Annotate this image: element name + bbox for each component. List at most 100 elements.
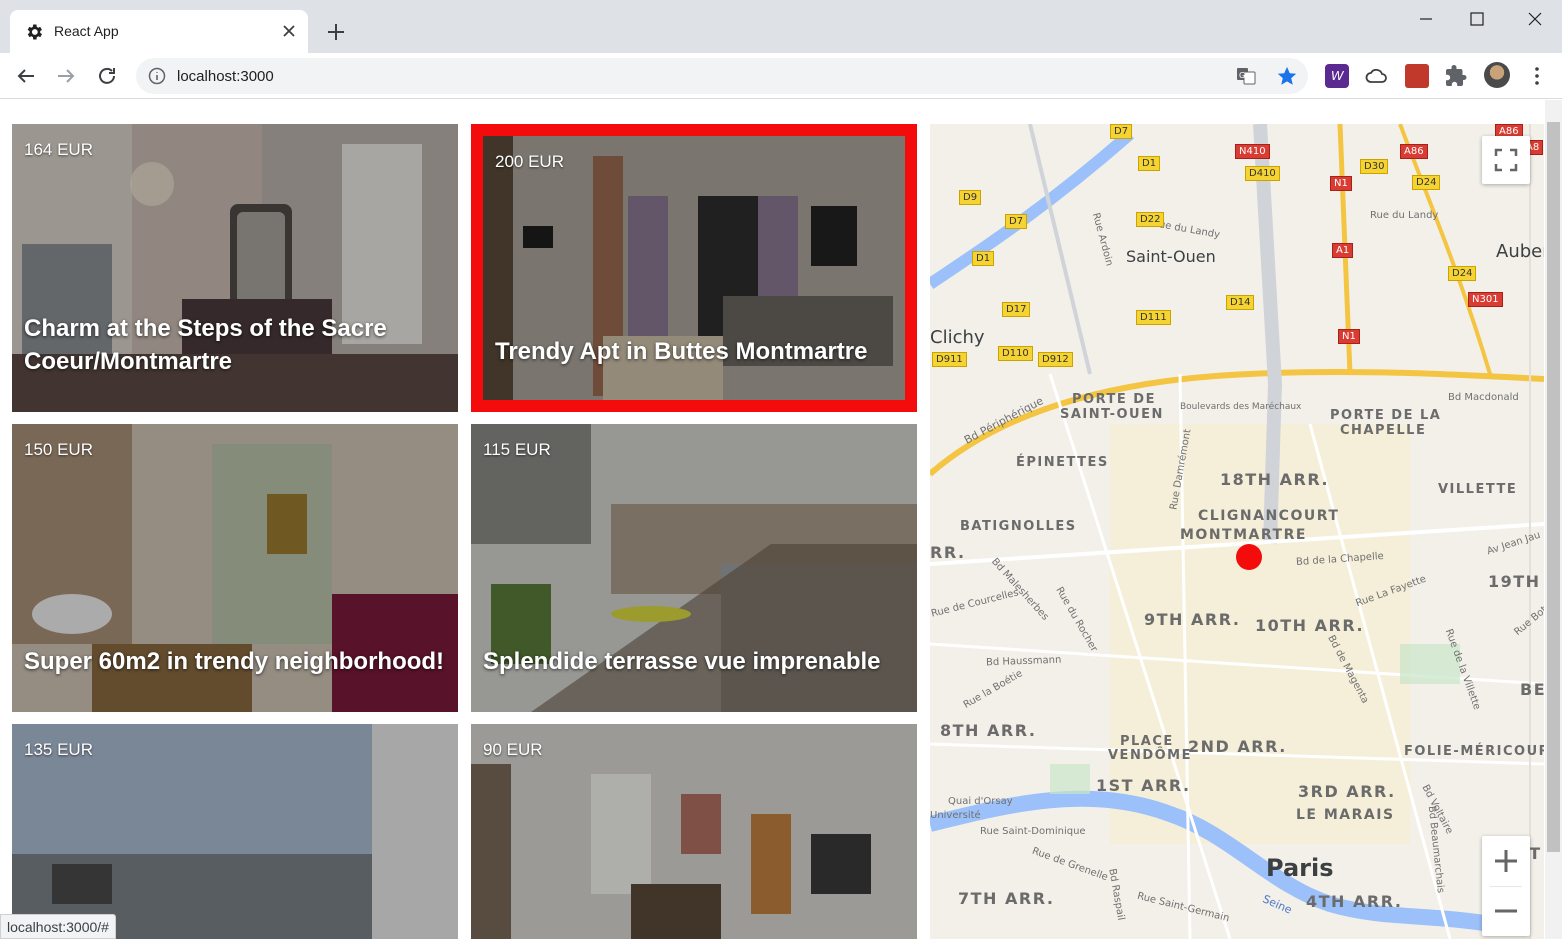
road-shield: D9 — [959, 190, 982, 205]
reload-icon[interactable] — [95, 64, 119, 88]
road-shield: D24 — [1448, 266, 1477, 281]
map-city-label: Saint-Ouen — [1126, 247, 1216, 266]
map-district-label: 10TH ARR. — [1255, 616, 1365, 635]
road-shield: D1 — [972, 251, 995, 266]
page-content: 164 EUR Charm at the Steps of the Sacre … — [0, 100, 1562, 939]
road-shield: D911 — [932, 352, 967, 367]
road-shield: D111 — [1136, 310, 1171, 325]
address-bar[interactable]: localhost:3000 G — [136, 58, 1308, 94]
road-shield: N410 — [1235, 144, 1270, 159]
scrollbar[interactable] — [1545, 100, 1562, 939]
fullscreen-button[interactable] — [1482, 136, 1530, 184]
forward-arrow-icon[interactable] — [54, 64, 78, 88]
bookmark-star-icon[interactable] — [1276, 65, 1298, 87]
tab-strip: React App — [0, 0, 1562, 53]
listing-card[interactable]: 90 EUR — [471, 724, 917, 939]
map-district-label: 19TH AI — [1488, 572, 1544, 591]
listing-card[interactable]: 164 EUR Charm at the Steps of the Sacre … — [12, 124, 458, 412]
road-shield: D30 — [1360, 159, 1389, 174]
extension-red-icon[interactable] — [1405, 64, 1429, 88]
road-shield: N1 — [1338, 329, 1360, 344]
map-district-label: 7TH ARR. — [958, 889, 1055, 908]
map-street-label: Bd Macdonald — [1448, 392, 1519, 403]
puzzle-icon[interactable] — [1444, 64, 1468, 88]
map-district-label: 3RD ARR. — [1298, 782, 1396, 801]
listing-card-selected[interactable]: 200 EUR Trendy Apt in Buttes Montmartre — [471, 124, 917, 412]
road-shield: N1 — [1330, 176, 1352, 191]
map-street-label: Rue du Landy — [1370, 210, 1439, 221]
map-district-label: 2ND ARR. — [1188, 737, 1287, 756]
translate-icon[interactable]: G — [1236, 66, 1256, 86]
listing-title: Charm at the Steps of the Sacre Coeur/Mo… — [24, 315, 387, 375]
map-street-label: Boulevards des Maréchaux — [1180, 402, 1302, 412]
road-shield: D7 — [1005, 214, 1028, 229]
info-icon[interactable] — [148, 67, 166, 85]
road-shield: D912 — [1038, 352, 1073, 367]
window-close-icon[interactable] — [1523, 8, 1547, 30]
road-shield: D22 — [1136, 212, 1165, 227]
map-street-label: Quai d'Orsay — [948, 796, 1013, 807]
extension-icon[interactable]: W — [1325, 64, 1349, 88]
road-shield: A86 — [1400, 144, 1428, 159]
listing-price: 90 EUR — [483, 740, 543, 759]
more-vertical-icon[interactable] — [1525, 64, 1549, 88]
listing-card[interactable]: 150 EUR Super 60m2 in trendy neighborhoo… — [12, 424, 458, 712]
map-district-label: PORTE DE LA — [1330, 408, 1442, 423]
plus-icon[interactable] — [1482, 836, 1530, 886]
road-shield: D1 — [1138, 156, 1161, 171]
road-shield: D17 — [1002, 302, 1031, 317]
map-district-label: VENDÔME — [1108, 748, 1192, 763]
back-arrow-icon[interactable] — [14, 64, 38, 88]
scrollbar-thumb[interactable] — [1547, 122, 1560, 852]
zoom-control — [1482, 836, 1530, 936]
listing-card[interactable]: 135 EUR — [12, 724, 458, 939]
avatar[interactable] — [1484, 62, 1510, 88]
listing-title: Super 60m2 in trendy neighborhood! — [24, 648, 445, 675]
close-icon[interactable] — [280, 22, 298, 40]
road-shield: N301 — [1468, 292, 1503, 307]
map-district-label: FOLIE-MÉRICOURT — [1404, 744, 1544, 759]
fullscreen-icon — [1494, 148, 1518, 172]
map-district-label: BATIGNOLLES — [960, 519, 1077, 534]
maximize-icon[interactable] — [1465, 8, 1489, 30]
url-text: localhost:3000 — [177, 68, 274, 85]
listing-card[interactable]: 115 EUR Splendide terrasse vue imprenabl… — [471, 424, 917, 712]
map-district-label: SAINT-OUEN — [1060, 407, 1164, 422]
browser-toolbar: localhost:3000 G W — [0, 53, 1562, 99]
listing-price: 115 EUR — [483, 440, 551, 459]
map-district-label: PLACE — [1120, 734, 1174, 749]
map-city-label: Paris — [1266, 854, 1334, 882]
listing-price: 135 EUR — [24, 740, 93, 759]
listing-title: Trendy Apt in Buttes Montmartre — [495, 338, 868, 365]
road-shield: D7 — [1110, 124, 1133, 139]
map-district-label: MONTMARTRE — [1180, 527, 1307, 543]
map-district-label: 18TH ARR. — [1220, 470, 1330, 489]
gear-icon — [27, 24, 42, 40]
map-district-label: VILLETTE — [1438, 482, 1518, 497]
minimize-icon[interactable] — [1414, 8, 1438, 30]
map[interactable]: Saint-Ouen Clichy Auberv Paris 18TH ARR.… — [930, 124, 1544, 939]
map-district-label: CHAPELLE — [1340, 423, 1427, 438]
map-district-label: 1ST ARR. — [1096, 776, 1191, 795]
minus-icon[interactable] — [1482, 886, 1530, 936]
map-district-label: CLIGNANCOURT — [1198, 508, 1340, 524]
map-district-label: PORTE DE — [1072, 392, 1156, 407]
road-shield: A1 — [1332, 243, 1354, 258]
map-district-label: 8TH ARR. — [940, 721, 1037, 740]
new-tab-icon[interactable] — [324, 20, 348, 44]
cloud-icon[interactable] — [1364, 64, 1388, 88]
listing-price: 200 EUR — [495, 152, 564, 171]
listing-price: 164 EUR — [24, 140, 93, 159]
listing-map-marker[interactable] — [1236, 544, 1262, 570]
map-street-label: Université — [930, 810, 981, 821]
browser-tab[interactable]: React App — [10, 10, 308, 53]
svg-text:G: G — [1239, 71, 1245, 80]
map-city-label: Auberv — [1496, 241, 1544, 262]
map-district-label: BE — [1520, 680, 1544, 699]
status-bar-url: localhost:3000/# — [0, 914, 116, 939]
road-shield: D14 — [1226, 295, 1255, 310]
listing-title: Splendide terrasse vue imprenable — [483, 648, 881, 675]
map-district-label: ÉPINETTES — [1016, 455, 1109, 470]
road-shield: D110 — [998, 346, 1033, 361]
map-district-label: 9TH ARR. — [1144, 610, 1241, 629]
